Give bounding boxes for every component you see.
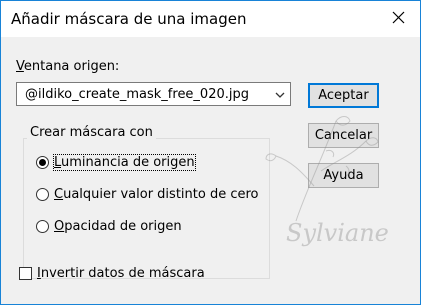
window-title: Añadir máscara de una imagen <box>11 10 247 28</box>
invert-mask-label: Invertir datos de máscara <box>37 265 205 281</box>
radio-button[interactable] <box>36 155 49 169</box>
invert-mask-checkbox-row[interactable]: Invertir datos de máscara <box>19 263 205 283</box>
help-button[interactable]: Ayuda <box>308 163 379 188</box>
radio-label: Luminancia de origen <box>53 153 196 171</box>
invert-mask-checkbox[interactable] <box>19 266 32 280</box>
radio-source-luminance[interactable]: Luminancia de origen <box>36 152 196 172</box>
radio-any-nonzero[interactable]: Cualquier valor distinto de cero <box>36 184 258 204</box>
source-window-value: @ildiko_create_mask_free_020.jpg <box>25 87 249 102</box>
radio-label: Cualquier valor distinto de cero <box>54 186 259 202</box>
cancel-button[interactable]: Cancelar <box>308 123 379 148</box>
chevron-down-icon <box>275 92 285 98</box>
radio-source-opacity[interactable]: Opacidad de origen <box>36 216 182 236</box>
accept-button[interactable]: Aceptar <box>308 83 379 108</box>
radio-button[interactable] <box>36 187 49 201</box>
radio-label: Opacidad de origen <box>54 218 182 234</box>
dialog-body: Ventana origen: @ildiko_create_mask_free… <box>1 37 420 304</box>
radio-button[interactable] <box>36 219 49 233</box>
source-window-select[interactable]: @ildiko_create_mask_free_020.jpg <box>16 82 291 106</box>
mask-dialog: Añadir máscara de una imagen Ventana ori… <box>0 0 421 305</box>
title-bar[interactable]: Añadir máscara de una imagen <box>1 1 420 37</box>
create-mask-group-title: Crear máscara con <box>27 125 156 140</box>
close-icon <box>392 11 404 23</box>
source-window-label: Ventana origen: <box>16 59 120 74</box>
close-button[interactable] <box>376 1 420 33</box>
